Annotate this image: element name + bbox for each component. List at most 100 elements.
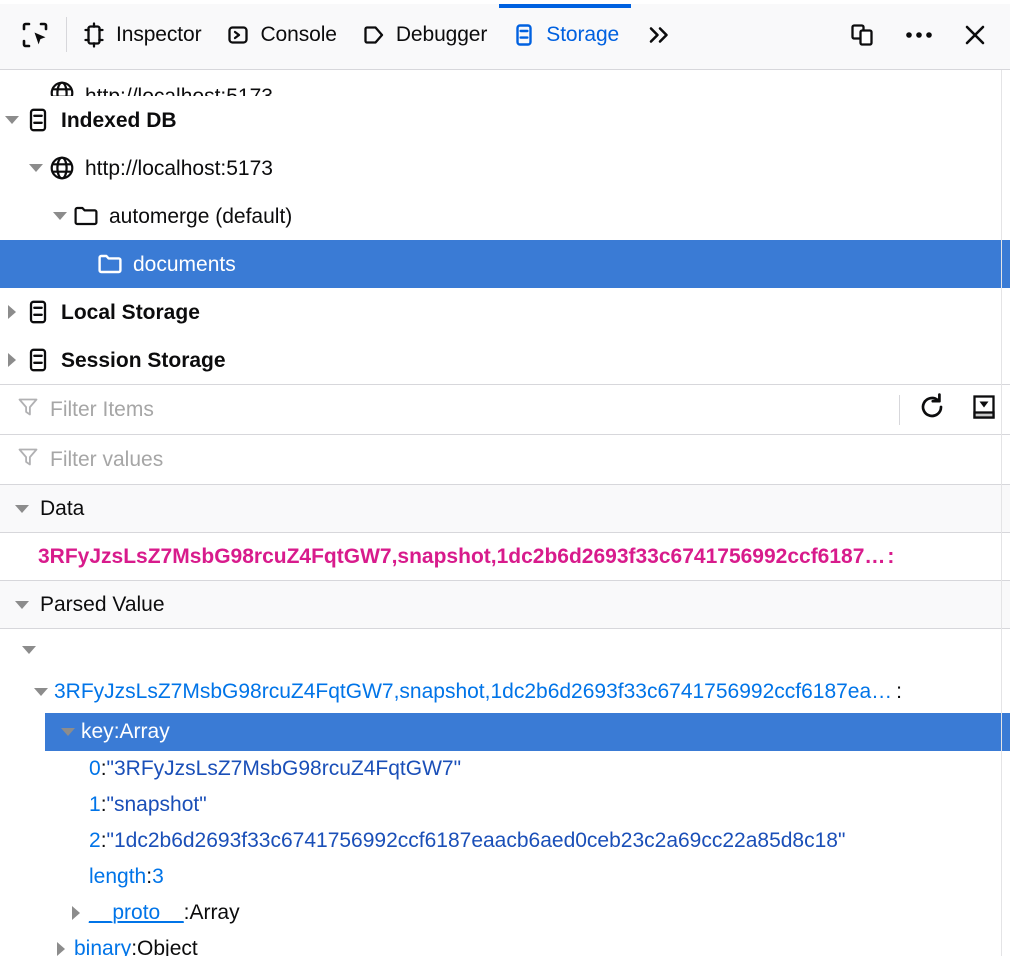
sidebar-item-local-storage[interactable]: Local Storage bbox=[0, 288, 1010, 336]
storage-icon bbox=[24, 346, 52, 374]
tree-item-label: Indexed DB bbox=[61, 110, 177, 131]
sidebar-item-indexed-db[interactable]: Indexed DB bbox=[0, 96, 1010, 144]
twisty-collapsed-icon[interactable] bbox=[63, 906, 89, 920]
tab-inspector-label: Inspector bbox=[116, 23, 201, 47]
refresh-button[interactable] bbox=[906, 385, 958, 434]
twisty-expanded-icon[interactable] bbox=[55, 728, 81, 736]
twisty-expanded-icon[interactable] bbox=[48, 212, 72, 220]
parsed-value-row[interactable]: binary : Object bbox=[0, 931, 1010, 956]
parsed-value-key: 0 bbox=[89, 757, 101, 781]
sidebar-item-objectstore-documents[interactable]: documents bbox=[0, 240, 1010, 288]
responsive-design-mode-button[interactable] bbox=[834, 0, 890, 69]
parsed-value-row[interactable]: length : 3 bbox=[0, 859, 1010, 895]
parsed-value-row[interactable]: key : Array bbox=[45, 713, 1010, 751]
toolbar-divider bbox=[899, 395, 900, 425]
parsed-value-tree[interactable]: 3RFyJzsLsZ7MsbG98rcuZ4FqtGW7,snapshot,1d… bbox=[0, 629, 1010, 956]
twisty-expanded-icon[interactable] bbox=[16, 646, 42, 654]
toolbar-right-group bbox=[834, 0, 1002, 69]
parsed-value-section-title: Parsed Value bbox=[40, 593, 165, 617]
element-picker-icon bbox=[20, 20, 50, 50]
chevron-double-right-icon bbox=[643, 22, 673, 48]
vertical-scrollbar[interactable] bbox=[1001, 70, 1010, 956]
parsed-value-key: 1 bbox=[89, 793, 101, 817]
console-icon bbox=[225, 22, 251, 48]
filter-items-input[interactable] bbox=[50, 385, 899, 434]
parsed-value-value: "1dc2b6d2693f33c6741756992ccf6187eaacb6a… bbox=[107, 829, 846, 853]
inspector-icon bbox=[81, 22, 107, 48]
parsed-value-row[interactable]: 2 : "1dc2b6d2693f33c6741756992ccf6187eaa… bbox=[0, 823, 1010, 859]
filter-values-bar bbox=[0, 435, 1010, 485]
twisty-expanded-icon[interactable] bbox=[10, 505, 34, 513]
tree-item-label: automerge (default) bbox=[109, 206, 292, 227]
refresh-icon bbox=[916, 391, 948, 428]
filter-items-actions bbox=[899, 385, 1010, 434]
sidebar-item-database-automerge[interactable]: automerge (default) bbox=[0, 192, 1010, 240]
debugger-icon bbox=[361, 22, 387, 48]
tab-inspector[interactable]: Inspector bbox=[69, 0, 213, 69]
tab-debugger-label: Debugger bbox=[396, 23, 487, 47]
sidebar-item-indexeddb-origin[interactable]: http://localhost:5173 bbox=[0, 144, 1010, 192]
tree-item-origin-clipped[interactable]: http://localhost:5173 bbox=[0, 70, 1010, 96]
parsed-value-key: key bbox=[81, 720, 114, 744]
funnel-icon bbox=[16, 395, 40, 424]
devtools-window: Inspector Console Debugger bbox=[0, 0, 1010, 956]
globe-icon bbox=[48, 154, 76, 182]
twisty-collapsed-icon[interactable] bbox=[0, 305, 24, 319]
filter-items-bar bbox=[0, 385, 1010, 435]
tab-console-label: Console bbox=[260, 23, 336, 47]
parsed-value-value: 3 bbox=[152, 865, 164, 889]
parsed-value-root-row[interactable] bbox=[0, 629, 1010, 671]
parsed-value-key: 2 bbox=[89, 829, 101, 853]
toolbar-overflow-button[interactable] bbox=[631, 0, 685, 69]
tab-storage[interactable]: Storage bbox=[499, 0, 631, 69]
data-key-row[interactable]: 3RFyJzsLsZ7MsbG98rcuZ4FqtGW7,snapshot,1d… bbox=[0, 533, 1010, 581]
data-key-colon: : bbox=[887, 545, 894, 569]
toolbar-divider bbox=[66, 17, 67, 52]
twisty-collapsed-icon[interactable] bbox=[48, 942, 74, 956]
data-key-text: 3RFyJzsLsZ7MsbG98rcuZ4FqtGW7,snapshot,1d… bbox=[38, 545, 885, 569]
tree-item-label: Local Storage bbox=[61, 302, 200, 323]
devtools-settings-menu-button[interactable] bbox=[890, 0, 948, 69]
twisty-expanded-icon[interactable] bbox=[24, 164, 48, 172]
twisty-expanded-icon[interactable] bbox=[10, 601, 34, 609]
parsed-value-value: Object bbox=[137, 937, 198, 956]
tree-item-label: documents bbox=[133, 254, 236, 275]
parsed-value-section-header[interactable]: Parsed Value bbox=[0, 581, 1010, 629]
globe-icon bbox=[48, 79, 76, 96]
storage-icon bbox=[511, 22, 537, 48]
tab-console[interactable]: Console bbox=[213, 0, 348, 69]
parsed-value-key: length bbox=[89, 865, 146, 889]
parsed-value-entry-label: 3RFyJzsLsZ7MsbG98rcuZ4FqtGW7,snapshot,1d… bbox=[54, 680, 892, 704]
close-devtools-button[interactable] bbox=[948, 0, 1002, 69]
tree-item-label: http://localhost:5173 bbox=[85, 158, 273, 179]
sidebar-item-session-storage[interactable]: Session Storage bbox=[0, 336, 1010, 384]
parsed-value-key: __proto__ bbox=[89, 901, 184, 925]
parsed-value-value: "3RFyJzsLsZ7MsbG98rcuZ4FqtGW7" bbox=[107, 757, 462, 781]
tab-storage-label: Storage bbox=[546, 23, 619, 47]
parsed-value-entry-colon: : bbox=[896, 680, 902, 704]
data-section-header[interactable]: Data bbox=[0, 485, 1010, 533]
parsed-value-row[interactable]: 1 : "snapshot" bbox=[0, 787, 1010, 823]
filter-values-input[interactable] bbox=[50, 435, 1010, 484]
data-section-title: Data bbox=[40, 497, 84, 521]
close-icon bbox=[962, 22, 988, 48]
parsed-value-key: binary bbox=[74, 937, 131, 956]
storage-icon bbox=[24, 106, 52, 134]
twisty-expanded-icon[interactable] bbox=[28, 688, 54, 696]
tree-item-label: http://localhost:5173 bbox=[85, 86, 273, 96]
parsed-value-row[interactable]: __proto__ : Array bbox=[0, 895, 1010, 931]
storage-icon bbox=[24, 298, 52, 326]
tab-debugger[interactable]: Debugger bbox=[349, 0, 499, 69]
parsed-value-row[interactable]: 0 : "3RFyJzsLsZ7MsbG98rcuZ4FqtGW7" bbox=[0, 751, 1010, 787]
parsed-value-entry-row[interactable]: 3RFyJzsLsZ7MsbG98rcuZ4FqtGW7,snapshot,1d… bbox=[0, 671, 1010, 713]
storage-tree-panel[interactable]: http://localhost:5173 Indexed DB bbox=[0, 70, 1010, 385]
twisty-collapsed-icon[interactable] bbox=[0, 353, 24, 367]
element-picker-button[interactable] bbox=[10, 0, 64, 69]
devtools-toolbar: Inspector Console Debugger bbox=[0, 0, 1010, 70]
ellipsis-icon bbox=[904, 30, 934, 40]
twisty-expanded-icon[interactable] bbox=[0, 116, 24, 124]
parsed-value-value: Array bbox=[120, 720, 170, 744]
folder-icon bbox=[96, 250, 124, 278]
parsed-value-value: "snapshot" bbox=[107, 793, 207, 817]
folder-icon bbox=[72, 202, 100, 230]
